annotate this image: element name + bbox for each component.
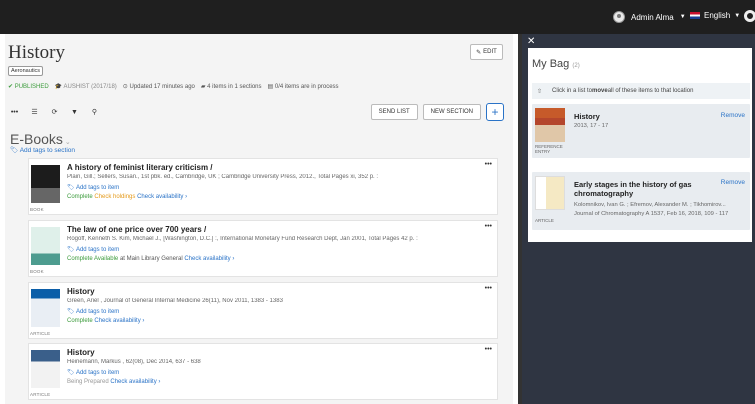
bag-item-meta: Kolomnikov, Ivan G. ; Efremov, Alexander… <box>574 202 726 208</box>
item-more-icon[interactable]: ••• <box>485 161 492 168</box>
bag-title: My Bag (2) <box>532 58 580 70</box>
item-type: ARTICLE <box>30 392 51 397</box>
chevron-down-icon: ▼ <box>734 12 741 19</box>
bag-item-meta: 2013, 17 - 17 <box>574 123 609 129</box>
item-type: BOOK <box>30 207 44 212</box>
item-tags-link[interactable]: 🏷 Add tags to item <box>67 308 479 315</box>
more-icon[interactable]: ••• <box>8 106 21 118</box>
item-more-icon[interactable]: ••• <box>485 346 492 353</box>
edit-label: EDIT <box>483 49 497 55</box>
check-availability-link[interactable]: Check availability › <box>137 194 187 200</box>
refresh-icon[interactable]: ⟳ <box>48 106 61 118</box>
add-item-button[interactable]: + <box>486 103 504 121</box>
item-type: ARTICLE <box>30 331 51 336</box>
settings-icon[interactable] <box>744 10 755 22</box>
check-holdings-link[interactable]: Check holdings <box>94 194 135 200</box>
item-type: ARTICLE <box>535 218 554 223</box>
list-toolbar: ••• ☰ ⟳ ▼ ⚲ SEND LIST NEW SECTION + <box>8 103 504 121</box>
uk-flag-icon <box>690 12 700 19</box>
bag-item-cover <box>535 176 565 210</box>
item-status: Being Prepared Check availability › <box>67 379 161 385</box>
edit-button[interactable]: ✎ EDIT <box>470 44 503 60</box>
bag-item-journal: Journal of Chromatography A 1537, Feb 16… <box>574 211 729 217</box>
item-meta: Green, Ariel , Journal of General Intern… <box>67 298 283 304</box>
items-count: ▰ 4 items in 1 sections <box>200 84 262 90</box>
item-meta: Plain, Gill.; Sellers, Susan., 1st pbk. … <box>67 174 379 180</box>
item-tags-link[interactable]: 🏷 Add tags to item <box>67 184 479 191</box>
list-item[interactable]: BOOK The law of one price over 700 years… <box>28 220 498 277</box>
search-icon[interactable]: ⚲ <box>88 106 101 118</box>
bag-item-title[interactable]: Early stages in the history of gas chrom… <box>574 180 714 198</box>
book-cover-image <box>31 227 60 265</box>
course-link[interactable]: 🎓 AUSHIST (2017/18) <box>55 83 117 90</box>
article-cover-image <box>31 289 60 327</box>
remove-button[interactable]: Remove <box>721 179 745 186</box>
avatar <box>613 11 625 23</box>
new-section-button[interactable]: NEW SECTION <box>422 104 481 120</box>
section-title[interactable]: E-Books ⌄ <box>10 131 71 147</box>
remove-button[interactable]: Remove <box>721 112 745 119</box>
item-status: Complete Available at Main Library Gener… <box>67 256 235 262</box>
item-title[interactable]: The law of one price over 700 years / <box>67 225 479 234</box>
bag-item[interactable]: REFERENCE ENTRY History 2013, 17 - 17 Re… <box>532 104 750 158</box>
status-bar: ✔ PUBLISHED 🎓 AUSHIST (2017/18) ⊙ Update… <box>8 83 339 90</box>
item-type: REFERENCE ENTRY <box>535 144 563 154</box>
send-list-button[interactable]: SEND LIST <box>370 104 418 120</box>
close-icon[interactable]: ✕ <box>527 36 535 47</box>
item-more-icon[interactable]: ••• <box>485 223 492 230</box>
item-title[interactable]: History <box>67 287 479 296</box>
page-title: History <box>8 42 65 63</box>
bag-item[interactable]: ARTICLE Early stages in the history of g… <box>532 172 750 230</box>
check-availability-link[interactable]: Check availability › <box>184 256 234 262</box>
article-cover-image <box>31 350 60 388</box>
chevron-down-icon: ▼ <box>679 14 686 20</box>
book-cover-image <box>31 165 60 203</box>
user-name: Admin Alma <box>631 12 674 22</box>
item-tags-link[interactable]: 🏷 Add tags to item <box>67 246 479 253</box>
updated-info: ⊙ Updated 17 minutes ago <box>122 84 195 90</box>
bag-item-cover <box>535 108 565 142</box>
check-availability-link[interactable]: Check availability › <box>110 379 160 385</box>
process-count: ▤ 0/4 items are in process <box>267 84 339 90</box>
move-icon: ⇧ <box>537 88 543 95</box>
item-tags-link[interactable]: 🏷 Add tags to item <box>67 369 479 376</box>
top-navbar: Admin Alma ▼ English ▼ <box>0 0 755 34</box>
list-view-icon[interactable]: ☰ <box>28 106 41 118</box>
bag-item-title[interactable]: History <box>574 112 600 121</box>
item-status: Complete Check availability › <box>67 318 145 324</box>
item-type: BOOK <box>30 269 44 274</box>
language-label: English <box>704 11 731 20</box>
item-title[interactable]: History <box>67 348 479 357</box>
item-status: Complete Check holdings Check availabili… <box>67 194 188 200</box>
user-menu[interactable]: Admin Alma ▼ <box>613 11 686 23</box>
section-tags-link[interactable]: 🏷 Add tags to section <box>10 146 75 154</box>
list-item[interactable]: ARTICLE History Green, Ariel , Journal o… <box>28 282 498 339</box>
language-menu[interactable]: English ▼ <box>690 11 740 20</box>
item-more-icon[interactable]: ••• <box>485 285 492 292</box>
item-meta: Heinemann, Markus , 62(08), Dec 2014, 63… <box>67 359 201 365</box>
filter-icon[interactable]: ▼ <box>68 106 81 118</box>
item-meta: Rogoff, Kenneth S. Kim, Michael J., [Was… <box>67 236 418 242</box>
check-availability-link[interactable]: Check availability › <box>94 318 144 324</box>
pencil-icon: ✎ <box>476 49 482 56</box>
list-item[interactable]: ARTICLE History Heinemann, Markus , 62(0… <box>28 343 498 400</box>
published-status: ✔ PUBLISHED <box>8 84 49 90</box>
list-item[interactable]: BOOK A history of feminist literary crit… <box>28 158 498 215</box>
item-title[interactable]: A history of feminist literary criticism… <box>67 163 479 172</box>
list-tag[interactable]: Aeronautics <box>8 66 44 76</box>
bag-hint: ⇧ Click in a list to move all of these i… <box>532 83 750 99</box>
